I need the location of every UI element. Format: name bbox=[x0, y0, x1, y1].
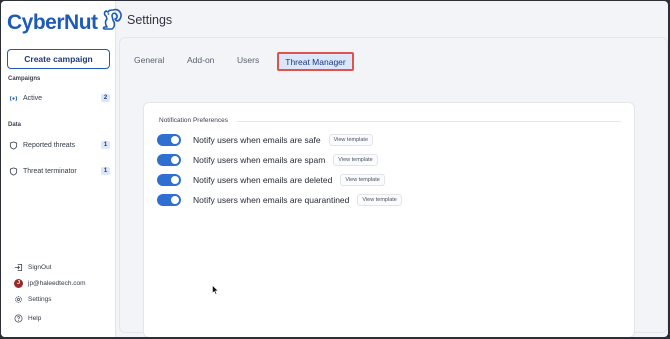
settings-label: Settings bbox=[28, 295, 52, 303]
sidebar-item-label: Threat terminator bbox=[23, 167, 77, 175]
count-badge: 1 bbox=[101, 141, 110, 149]
tab-threat-manager[interactable]: Threat Manager bbox=[277, 52, 354, 71]
data-section-label: Data bbox=[8, 122, 22, 128]
deleted-notification-toggle[interactable] bbox=[157, 174, 181, 186]
safe-notification-toggle[interactable] bbox=[157, 134, 181, 146]
page-title: Settings bbox=[127, 13, 173, 27]
gear-icon bbox=[14, 295, 23, 304]
preference-label: Notify users when emails are spam bbox=[193, 155, 326, 165]
broadcast-icon bbox=[9, 94, 18, 103]
logo: CyberNut bbox=[7, 7, 123, 38]
squirrel-logo-icon bbox=[99, 7, 123, 38]
avatar: J bbox=[14, 278, 23, 288]
preference-row: Notify users when emails are deleted Vie… bbox=[157, 173, 385, 187]
quarantined-notification-toggle[interactable] bbox=[157, 194, 181, 206]
help-link[interactable]: Help bbox=[14, 312, 41, 324]
signout-icon bbox=[14, 263, 23, 272]
preference-row: Notify users when emails are quarantined… bbox=[157, 193, 402, 207]
view-template-button[interactable]: View template bbox=[328, 134, 374, 146]
preference-label: Notify users when emails are deleted bbox=[193, 175, 333, 185]
count-badge: 2 bbox=[101, 94, 110, 102]
spam-notification-toggle[interactable] bbox=[157, 154, 181, 166]
card-title: Notification Preferences bbox=[159, 117, 229, 124]
tab-users[interactable]: Users bbox=[237, 55, 259, 65]
help-label: Help bbox=[28, 314, 42, 322]
sidebar-item-label: Active bbox=[23, 94, 43, 102]
preference-row: Notify users when emails are spam View t… bbox=[157, 153, 378, 167]
app-window: CyberNut Create campaign Campaigns Activ… bbox=[1, 1, 668, 337]
count-badge: 1 bbox=[101, 167, 110, 175]
preference-label: Notify users when emails are safe bbox=[193, 135, 321, 145]
sidebar-item-active[interactable]: Active 2 bbox=[9, 91, 110, 105]
view-template-button[interactable]: View template bbox=[340, 174, 385, 186]
mouse-pointer-icon bbox=[212, 282, 219, 300]
shield-icon bbox=[9, 140, 18, 150]
sidebar-item-label: Reported threats bbox=[23, 141, 76, 149]
preference-label: Notify users when emails are quarantined bbox=[193, 195, 350, 205]
settings-link[interactable]: Settings bbox=[14, 293, 52, 305]
signout-label: SignOut bbox=[28, 263, 52, 271]
shield-icon bbox=[9, 166, 18, 176]
divider bbox=[237, 121, 621, 122]
preference-row: Notify users when emails are safe View t… bbox=[157, 133, 374, 147]
user-email: jp@haleedtech.com bbox=[28, 279, 86, 287]
view-template-button[interactable]: View template bbox=[357, 194, 402, 206]
notification-preferences-card: Notification Preferences Notify users wh… bbox=[143, 102, 635, 337]
sidebar-item-threat-terminator[interactable]: Threat terminator 1 bbox=[9, 164, 110, 178]
campaigns-section-label: Campaigns bbox=[8, 76, 41, 82]
sidebar: CyberNut Create campaign Campaigns Activ… bbox=[1, 1, 122, 337]
tab-add-on[interactable]: Add-on bbox=[187, 55, 214, 65]
create-campaign-button[interactable]: Create campaign bbox=[7, 49, 110, 69]
sidebar-item-reported-threats[interactable]: Reported threats 1 bbox=[9, 138, 110, 152]
brand-name: CyberNut bbox=[7, 10, 98, 34]
user-account[interactable]: J jp@haleedtech.com bbox=[14, 277, 86, 289]
signout-link[interactable]: SignOut bbox=[14, 261, 52, 273]
tab-general[interactable]: General bbox=[134, 55, 164, 65]
view-template-button[interactable]: View template bbox=[333, 154, 378, 166]
help-icon bbox=[14, 314, 23, 323]
